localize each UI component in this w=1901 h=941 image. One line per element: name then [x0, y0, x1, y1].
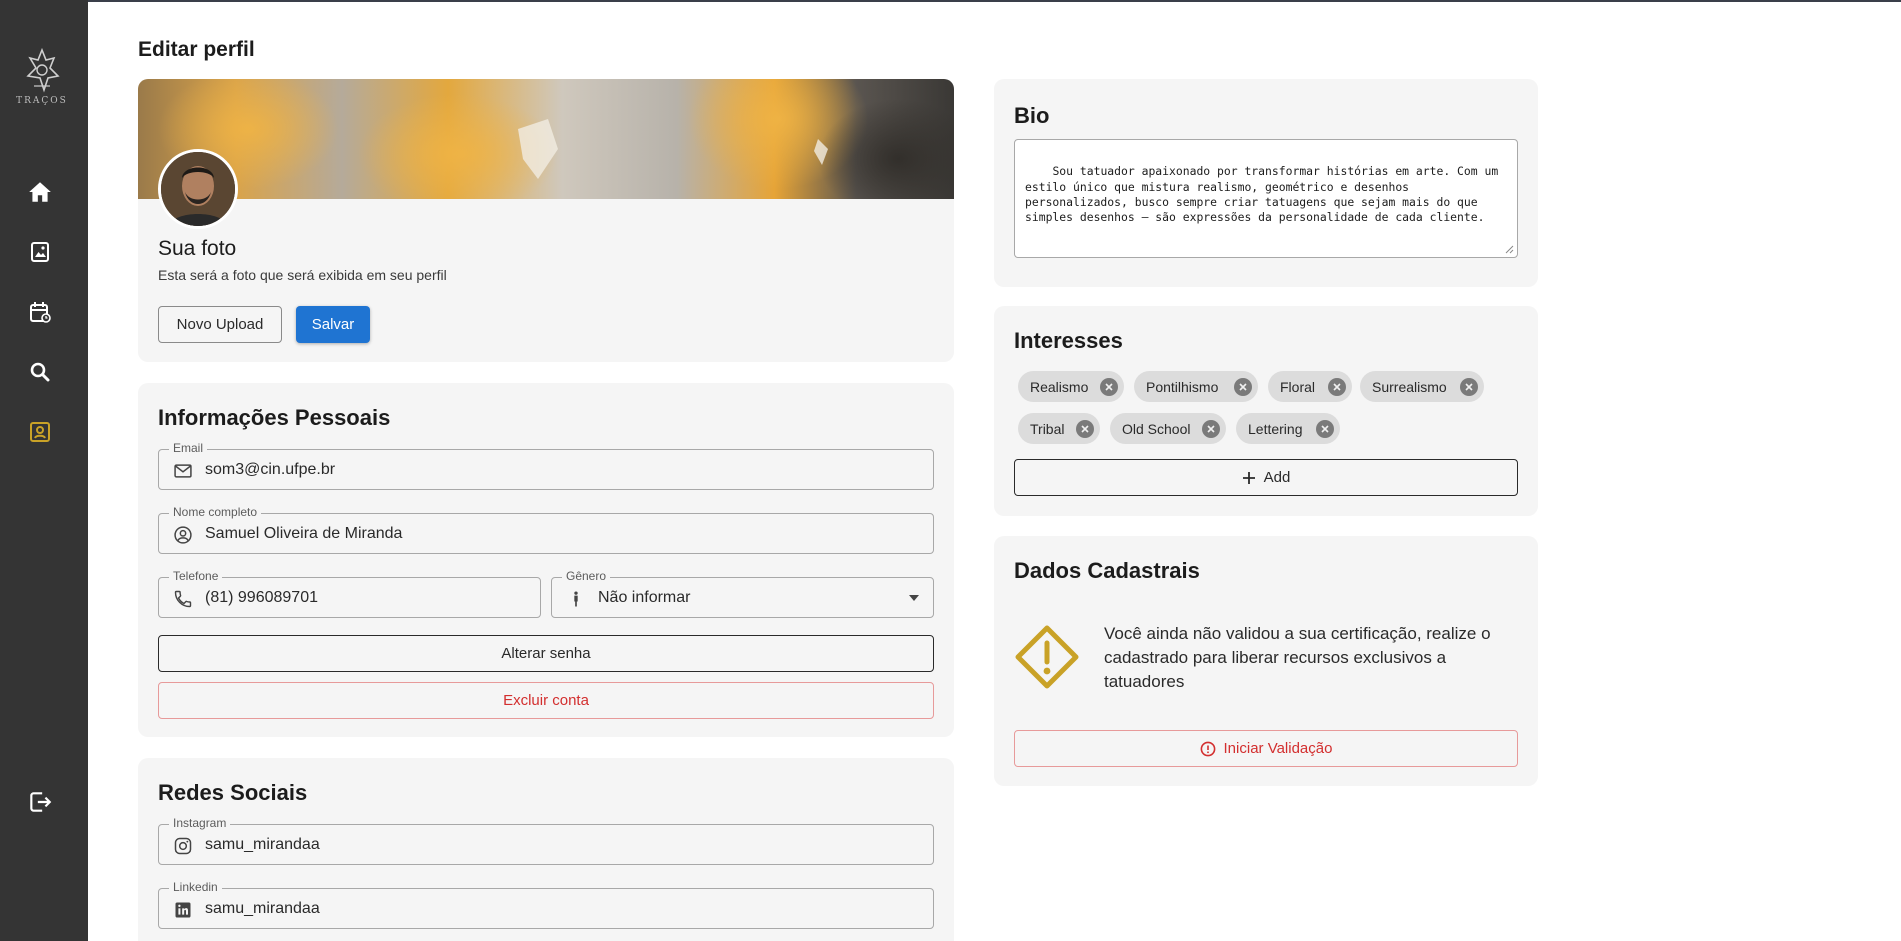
interests-title: Interesses — [1014, 328, 1123, 353]
person-icon — [574, 591, 578, 607]
interest-chip-old-school: Old School — [1110, 413, 1226, 444]
social-card: Redes Sociais Instagram samu_mirandaa Li… — [138, 758, 954, 941]
sidebar-item-home[interactable] — [24, 176, 56, 208]
gallery-icon — [31, 242, 49, 262]
phone-label: Telefone — [169, 569, 223, 583]
window-top-border — [0, 0, 1901, 2]
tattoo-machine-logo-icon — [26, 47, 60, 93]
resize-handle-icon[interactable] — [1505, 245, 1514, 254]
interest-chip-floral: Floral — [1268, 371, 1352, 402]
linkedin-label: Linkedin — [169, 880, 222, 894]
chip-label: Surrealismo — [1372, 378, 1447, 395]
interest-chip-pontilhismo: Pontilhismo — [1134, 371, 1258, 402]
remove-chip-icon[interactable] — [1100, 378, 1118, 396]
user-circle-icon — [174, 526, 192, 544]
add-interest-button[interactable]: Add — [1014, 459, 1518, 496]
remove-chip-icon[interactable] — [1234, 378, 1252, 396]
interest-chip-realismo: Realismo — [1018, 371, 1124, 402]
remove-chip-icon[interactable] — [1328, 378, 1346, 396]
chip-label: Tribal — [1030, 420, 1065, 437]
validation-message: Você ainda não validou a sua certificaçã… — [1104, 624, 1491, 691]
avatar[interactable] — [158, 149, 238, 229]
home-icon — [29, 182, 51, 202]
alert-circle-icon — [1200, 741, 1215, 756]
bio-textarea[interactable]: Sou tatuador apaixonado por transformar … — [1014, 139, 1518, 258]
search-icon — [30, 362, 50, 382]
sidebar-item-calendar[interactable] — [24, 296, 56, 328]
change-password-button[interactable]: Alterar senha — [158, 635, 934, 672]
start-validation-button[interactable]: Iniciar Validação — [1014, 730, 1518, 767]
full-name-label: Nome completo — [169, 505, 262, 519]
phone-field[interactable]: Telefone (81) 996089701 — [158, 569, 541, 618]
logout-icon — [30, 792, 52, 812]
cover-image[interactable] — [138, 79, 954, 199]
warning-icon — [1015, 625, 1079, 689]
sidebar-item-gallery[interactable] — [24, 236, 56, 268]
phone-value: (81) 996089701 — [205, 589, 318, 606]
page-title: Editar perfil — [138, 38, 255, 61]
remove-chip-icon[interactable] — [1460, 378, 1478, 396]
bio-card: Bio Sou tatuador apaixonado por transfor… — [994, 79, 1538, 287]
linkedin-icon — [175, 902, 191, 918]
change-password-label: Alterar senha — [501, 645, 591, 662]
chip-label: Old School — [1122, 420, 1191, 437]
delete-account-label: Excluir conta — [503, 692, 589, 709]
instagram-label: Instagram — [169, 816, 231, 830]
new-upload-button[interactable]: Novo Upload — [158, 306, 282, 343]
remove-chip-icon[interactable] — [1316, 420, 1334, 438]
bio-title: Bio — [1014, 103, 1050, 128]
sidebar: TRAÇOS — [0, 0, 88, 941]
chip-label: Floral — [1280, 378, 1316, 395]
email-field[interactable]: Email som3@cin.ufpe.br — [158, 441, 934, 490]
sidebar-item-search[interactable] — [24, 356, 56, 388]
personal-info-title: Informações Pessoais — [158, 405, 391, 430]
sidebar-item-profile[interactable] — [24, 416, 56, 448]
photo-card: Sua foto Esta será a foto que será exibi… — [138, 79, 954, 362]
profile-photo-icon — [161, 152, 235, 226]
linkedin-value: samu_mirandaa — [205, 900, 320, 917]
instagram-icon — [174, 837, 192, 855]
interests-card: Interesses Realismo Pontilhismo Floral S… — [994, 306, 1538, 516]
chip-label: Pontilhismo — [1146, 378, 1219, 395]
full-name-value: Samuel Oliveira de Miranda — [205, 525, 403, 542]
logo-text: TRAÇOS — [16, 96, 68, 106]
interest-chip-lettering: Lettering — [1236, 413, 1340, 444]
plus-icon — [1242, 471, 1255, 484]
start-validation-label: Iniciar Validação — [1223, 740, 1333, 757]
watercolor-cover-icon — [138, 79, 954, 199]
mail-icon — [174, 464, 192, 478]
interest-chip-tribal: Tribal — [1018, 413, 1100, 444]
email-label: Email — [169, 441, 208, 455]
logout-button[interactable] — [24, 786, 56, 818]
social-title: Redes Sociais — [158, 780, 308, 805]
linkedin-field[interactable]: Linkedin samu_mirandaa — [158, 880, 934, 929]
delete-account-button[interactable]: Excluir conta — [158, 682, 934, 719]
registration-title: Dados Cadastrais — [1014, 558, 1200, 583]
gender-select[interactable]: Gênero Não informar — [551, 569, 934, 618]
email-value: som3@cin.ufpe.br — [205, 461, 336, 478]
photo-title: Sua foto — [158, 237, 237, 260]
remove-chip-icon[interactable] — [1076, 420, 1094, 438]
calendar-icon — [30, 302, 51, 323]
profile-icon — [30, 422, 50, 442]
interest-chip-surrealismo: Surrealismo — [1360, 371, 1484, 402]
add-interest-label: Add — [1263, 469, 1291, 486]
registration-card: Dados Cadastrais Você ainda não validou … — [994, 536, 1538, 786]
full-name-field[interactable]: Nome completo Samuel Oliveira de Miranda — [158, 505, 934, 554]
chevron-down-icon — [909, 595, 919, 601]
chip-label: Lettering — [1248, 420, 1303, 437]
personal-info-card: Informações Pessoais Email som3@cin.ufpe… — [138, 383, 954, 737]
bio-text: Sou tatuador apaixonado por transformar … — [1025, 164, 1506, 225]
gender-label: Gênero — [562, 569, 611, 583]
photo-subtitle: Esta será a foto que será exibida em seu… — [158, 267, 447, 283]
instagram-field[interactable]: Instagram samu_mirandaa — [158, 816, 934, 865]
instagram-value: samu_mirandaa — [205, 836, 320, 853]
gender-value: Não informar — [598, 589, 691, 606]
app-logo[interactable]: TRAÇOS — [14, 46, 70, 108]
save-photo-button[interactable]: Salvar — [296, 306, 370, 343]
chip-label: Realismo — [1030, 378, 1089, 395]
remove-chip-icon[interactable] — [1202, 420, 1220, 438]
phone-icon — [174, 590, 192, 608]
